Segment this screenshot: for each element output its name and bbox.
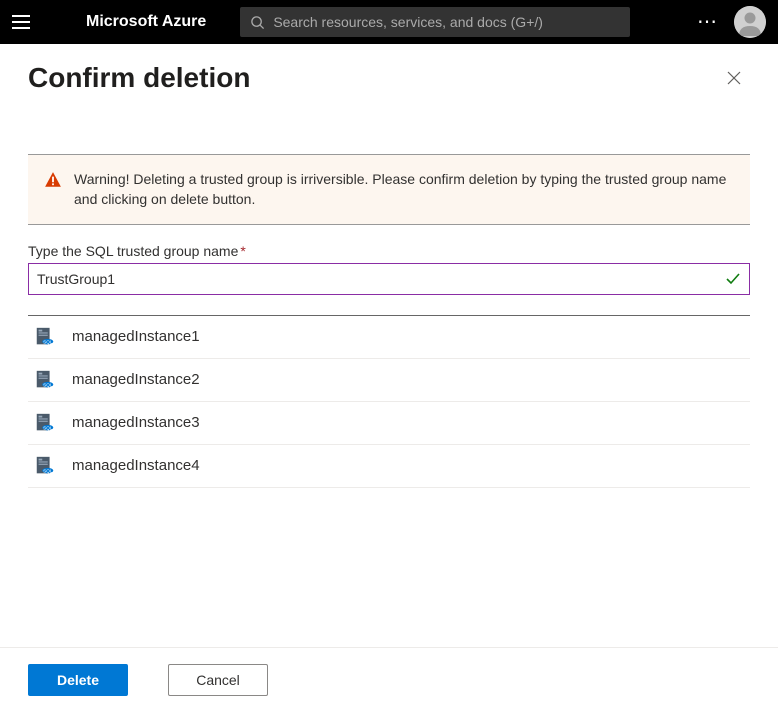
brand-label: Microsoft Azure bbox=[86, 13, 206, 31]
global-search[interactable] bbox=[240, 7, 630, 37]
svg-text:SQL: SQL bbox=[43, 468, 53, 473]
instance-name: managedInstance1 bbox=[72, 328, 200, 345]
warning-text: Warning! Deleting a trusted group is irr… bbox=[74, 169, 734, 210]
sql-instance-icon: SQL bbox=[34, 455, 56, 477]
warning-icon bbox=[44, 171, 62, 189]
trust-group-name-input[interactable] bbox=[37, 271, 741, 287]
warning-banner: Warning! Deleting a trusted group is irr… bbox=[28, 154, 750, 225]
checkmark-icon bbox=[725, 271, 741, 287]
required-indicator: * bbox=[240, 243, 245, 259]
delete-button[interactable]: Delete bbox=[28, 664, 128, 696]
list-item: SQL managedInstance1 bbox=[28, 316, 750, 359]
user-avatar[interactable] bbox=[734, 6, 766, 38]
instance-name: managedInstance3 bbox=[72, 414, 200, 431]
list-item: SQL managedInstance3 bbox=[28, 402, 750, 445]
list-item: SQL managedInstance4 bbox=[28, 445, 750, 488]
svg-text:SQL: SQL bbox=[43, 382, 53, 387]
list-item: SQL managedInstance2 bbox=[28, 359, 750, 402]
sql-instance-icon: SQL bbox=[34, 326, 56, 348]
close-icon bbox=[727, 71, 741, 85]
footer: Delete Cancel bbox=[0, 647, 778, 720]
topbar: Microsoft Azure ⋯ bbox=[0, 0, 778, 44]
page-title: Confirm deletion bbox=[28, 62, 250, 94]
field-label: Type the SQL trusted group name* bbox=[28, 243, 750, 259]
search-input[interactable] bbox=[273, 14, 620, 30]
svg-text:SQL: SQL bbox=[43, 425, 53, 430]
search-icon bbox=[250, 15, 265, 30]
instance-list: SQL managedInstance1 SQL managedInstance… bbox=[28, 315, 750, 488]
cancel-button[interactable]: Cancel bbox=[168, 664, 268, 696]
svg-text:SQL: SQL bbox=[43, 339, 53, 344]
instance-name: managedInstance4 bbox=[72, 457, 200, 474]
sql-instance-icon: SQL bbox=[34, 412, 56, 434]
more-actions-icon[interactable]: ⋯ bbox=[697, 12, 718, 32]
instance-name: managedInstance2 bbox=[72, 371, 200, 388]
close-button[interactable] bbox=[718, 62, 750, 94]
trust-group-name-field[interactable] bbox=[28, 263, 750, 295]
sql-instance-icon: SQL bbox=[34, 369, 56, 391]
panel-header: Confirm deletion bbox=[0, 44, 778, 104]
hamburger-menu-icon[interactable] bbox=[12, 12, 32, 32]
